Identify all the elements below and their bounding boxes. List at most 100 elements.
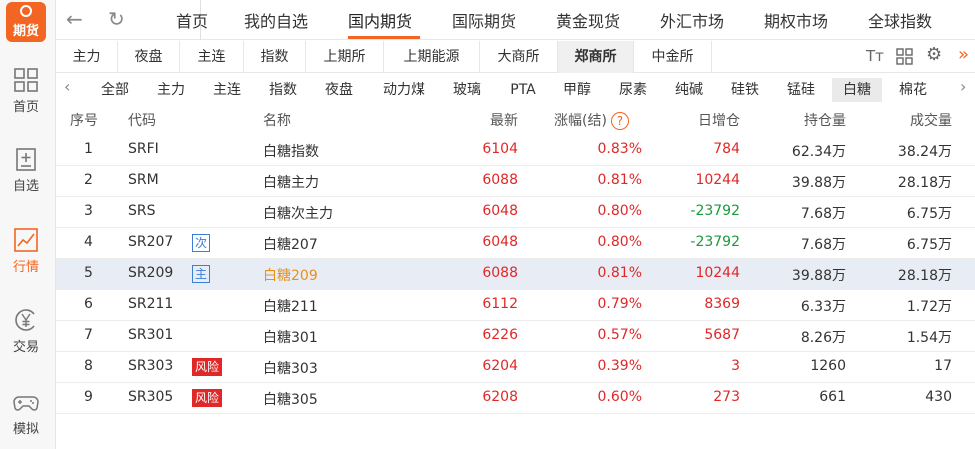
row-index: 3 <box>84 203 93 219</box>
category-night[interactable]: 夜盘 <box>316 78 362 102</box>
row-name: 白糖303 <box>263 361 318 377</box>
category-index[interactable]: 指数 <box>260 78 306 102</box>
tab-gold-spot[interactable]: 黄金现货 <box>556 8 620 32</box>
tab-my-watchlist[interactable]: 我的自选 <box>244 8 308 32</box>
table-row[interactable]: 6 SR211 白糖211 6112 0.79% 8369 6.33万 1.72万 <box>56 290 975 321</box>
app-logo[interactable]: 期货 <box>6 2 46 42</box>
category-all[interactable]: 全部 <box>92 78 138 102</box>
row-last-price: 6048 <box>482 234 518 250</box>
table-row[interactable]: 4 SR207 次 白糖207 6048 0.80% -23792 7.68万 6.75万 <box>56 228 975 259</box>
exchange-tab-night[interactable]: 夜盘 <box>118 41 180 73</box>
tab-forex[interactable]: 外汇市场 <box>660 8 724 32</box>
category-urea[interactable]: 尿素 <box>610 78 656 102</box>
row-daily-oi: 5687 <box>704 327 740 343</box>
table-row[interactable]: 2 SRM 白糖主力 6088 0.81% 10244 39.88万 28.18万 <box>56 166 975 197</box>
row-index: 6 <box>84 296 93 312</box>
sidebar-item-label: 模拟 <box>12 422 39 437</box>
sidebar-item-quotes[interactable]: 行情 <box>0 226 52 275</box>
row-name: 白糖次主力 <box>263 206 333 222</box>
row-name: 白糖主力 <box>263 175 319 191</box>
header-name[interactable]: 名称 <box>263 110 291 130</box>
row-open-interest: 7.68万 <box>800 206 846 222</box>
watchlist-icon <box>16 148 36 171</box>
row-change: 0.80% <box>597 203 642 219</box>
row-last-price: 6208 <box>482 389 518 405</box>
gear-icon[interactable]: ⚙ <box>926 44 942 65</box>
row-code: SRM <box>128 172 159 188</box>
tab-global-indices[interactable]: 全球指数 <box>868 8 932 32</box>
category-methanol[interactable]: 甲醇 <box>554 78 600 102</box>
exchange-tab-dce[interactable]: 大商所 <box>480 41 558 73</box>
row-volume: 28.18万 <box>897 268 952 284</box>
header-volume[interactable]: 成交量 <box>876 110 952 130</box>
tab-domestic-futures[interactable]: 国内期货 <box>348 8 412 32</box>
row-daily-oi: -23792 <box>690 234 740 250</box>
category-ferrosilicon[interactable]: 硅铁 <box>722 78 768 102</box>
row-last-price: 6204 <box>482 358 518 374</box>
exchange-tab-czce[interactable]: 郑商所 <box>558 41 634 73</box>
row-change: 0.57% <box>597 327 642 343</box>
exchange-tab-index[interactable]: 指数 <box>244 41 306 73</box>
sidebar-item-watchlist[interactable]: 自选 <box>0 145 52 194</box>
row-code: SR209 <box>128 265 174 281</box>
sidebar-item-label: 首页 <box>12 100 39 115</box>
row-open-interest: 62.34万 <box>791 144 846 160</box>
table-row[interactable]: 9 SR305 风险 白糖305 6208 0.60% 273 661 430 <box>56 383 975 414</box>
refresh-icon[interactable]: ↻ <box>108 7 125 31</box>
sidebar-item-home[interactable]: 首页 <box>0 66 52 115</box>
category-glass[interactable]: 玻璃 <box>444 78 490 102</box>
exchange-tab-shfe[interactable]: 上期所 <box>306 41 384 73</box>
help-icon[interactable]: ? <box>610 112 629 130</box>
table-row[interactable]: 8 SR303 风险 白糖303 6204 0.39% 3 1260 17 <box>56 352 975 383</box>
header-code[interactable]: 代码 <box>128 110 156 130</box>
tab-home[interactable]: 首页 <box>176 8 208 32</box>
category-cotton[interactable]: 棉花 <box>890 78 936 102</box>
category-soda-ash[interactable]: 纯碱 <box>666 78 712 102</box>
chevron-left-icon[interactable]: ‹ <box>64 77 70 96</box>
header-last[interactable]: 最新 <box>452 110 518 130</box>
chevron-right-icon[interactable]: › <box>960 77 966 96</box>
exchange-tab-ine[interactable]: 上期能源 <box>384 41 480 73</box>
font-size-icon[interactable]: Tт <box>866 47 884 65</box>
tab-international-futures[interactable]: 国际期货 <box>452 8 516 32</box>
row-last-price: 6112 <box>482 296 518 312</box>
active-tab-indicator <box>348 36 420 39</box>
row-open-interest: 39.88万 <box>791 175 846 191</box>
table-row[interactable]: 3 SRS 白糖次主力 6048 0.80% -23792 7.68万 6.75万 <box>56 197 975 228</box>
category-thermal-coal[interactable]: 动力煤 <box>374 78 434 102</box>
header-change[interactable]: 涨幅(结) <box>554 113 607 129</box>
sidebar-item-simulate[interactable]: 模拟 <box>0 388 52 437</box>
tab-options[interactable]: 期权市场 <box>764 8 828 32</box>
header-open-interest[interactable]: 持仓量 <box>772 110 846 130</box>
category-main[interactable]: 主力 <box>148 78 194 102</box>
sidebar-item-trade[interactable]: 交易 <box>0 306 52 355</box>
row-code: SR207 <box>128 234 174 250</box>
back-arrow-icon[interactable]: ← <box>66 7 83 31</box>
table-row[interactable]: 5 SR209 主 白糖209 6088 0.81% 10244 39.88万 28.18万 <box>56 259 975 290</box>
exchange-tab-main[interactable]: 主力 <box>56 41 118 73</box>
category-pta[interactable]: PTA <box>500 78 546 102</box>
row-volume: 1.72万 <box>906 299 952 315</box>
sidebar-item-label: 交易 <box>12 340 39 355</box>
layout-icon[interactable] <box>896 48 914 66</box>
table-row[interactable]: 7 SR301 白糖301 6226 0.57% 5687 8.26万 1.54万 <box>56 321 975 352</box>
header-index[interactable]: 序号 <box>70 110 98 130</box>
category-silicomanganese[interactable]: 锰硅 <box>778 78 824 102</box>
row-name: 白糖207 <box>263 237 318 253</box>
row-code: SR301 <box>128 327 174 343</box>
table-row[interactable]: 1 SRFI 白糖指数 6104 0.83% 784 62.34万 38.24万 <box>56 135 975 166</box>
exchange-tab-cffex[interactable]: 中金所 <box>634 41 712 73</box>
header-daily-oi[interactable]: 日增仓 <box>664 110 740 130</box>
row-name: 白糖211 <box>263 299 318 315</box>
header-change-group[interactable]: 涨幅(结)? <box>554 110 629 130</box>
more-icon[interactable]: » <box>958 44 969 65</box>
grid-icon <box>14 68 38 92</box>
logo-text: 期货 <box>12 24 39 39</box>
category-continuous[interactable]: 主连 <box>204 78 250 102</box>
row-change: 0.81% <box>597 172 642 188</box>
exchange-tab-continuous[interactable]: 主连 <box>180 41 244 73</box>
row-change: 0.83% <box>597 141 642 157</box>
category-tabs: ‹ 全部 主力 主连 指数 夜盘 动力煤 玻璃 PTA 甲醇 尿素 纯碱 硅铁 … <box>56 73 975 104</box>
category-sugar[interactable]: 白糖 <box>832 78 882 102</box>
row-tag-badge: 次 <box>192 234 211 252</box>
